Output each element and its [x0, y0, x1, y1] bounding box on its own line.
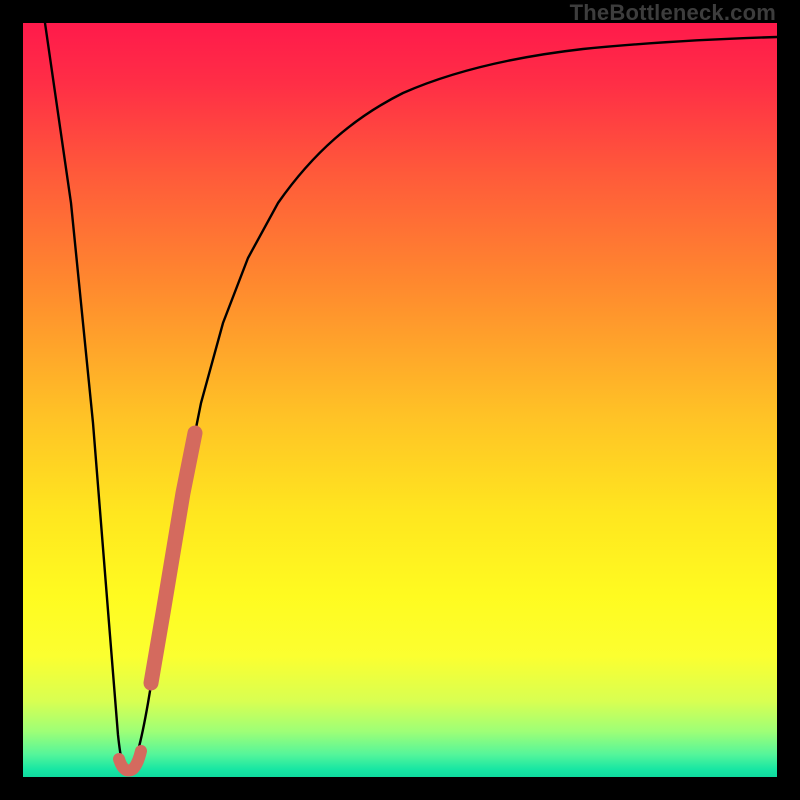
chart-frame: TheBottleneck.com — [0, 0, 800, 800]
highlight-min-hook — [119, 751, 141, 771]
highlight-segment — [151, 433, 195, 683]
bottleneck-curve — [23, 23, 777, 777]
plot-area — [23, 23, 777, 777]
watermark-text: TheBottleneck.com — [570, 0, 776, 26]
